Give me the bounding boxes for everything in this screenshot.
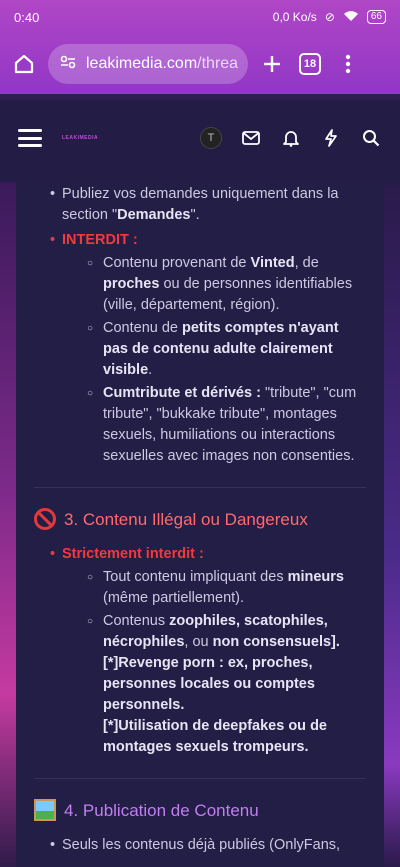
network-speed: 0,0 Ko/s: [272, 10, 317, 24]
new-tab-icon[interactable]: [258, 50, 286, 78]
strict-extra-1: [*]Revenge porn : ex, proches, personnes…: [103, 655, 315, 713]
status-icons: 0,0 Ko/s ⊘ 66: [273, 10, 386, 25]
status-time: 0:40: [14, 9, 40, 25]
sub-list-item: Cumtribute et dérivés : "tribute", "cum …: [34, 383, 366, 467]
menu-icon[interactable]: [18, 129, 42, 147]
bell-icon[interactable]: [280, 127, 302, 149]
prohibited-icon: [34, 508, 56, 530]
list-item: Seuls les contenus déjà publiés (OnlyFan…: [34, 835, 366, 856]
more-menu-icon[interactable]: [334, 50, 362, 78]
bolt-icon[interactable]: [320, 127, 342, 149]
section-4-title: 4. Publication de Contenu: [64, 800, 259, 820]
search-icon[interactable]: [360, 127, 382, 149]
picture-icon: [34, 799, 56, 821]
divider: [34, 778, 366, 779]
sub-list-item: Contenu de petits comptes n'ayant pas de…: [34, 318, 366, 381]
section-3-title: 3. Contenu Illégal ou Dangereux: [64, 509, 308, 529]
strict-extra-2: [*]Utilisation de deepfakes ou de montag…: [103, 718, 327, 755]
status-bar: 0:40 0,0 Ko/s ⊘ 66: [0, 0, 400, 34]
background-glow-right: [384, 180, 400, 867]
tabs-button[interactable]: 18: [296, 50, 324, 78]
section-4-heading: 4. Publication de Contenu: [34, 799, 366, 821]
list-item: INTERDIT :: [34, 230, 366, 251]
wifi-icon: [343, 10, 359, 25]
mail-icon[interactable]: [240, 127, 262, 149]
header-actions: T: [200, 127, 382, 149]
post-content: Publiez vos demandes uniquement dans la …: [16, 182, 384, 867]
strict-sublist: Tout contenu impliquant des mineurs (mêm…: [34, 567, 366, 653]
list-item: Strictement interdit :: [34, 544, 366, 565]
sub-list-item: Contenu provenant de Vinted, de proches …: [34, 253, 366, 316]
sub-list-item: Contenus zoophiles, scatophiles, nécroph…: [34, 611, 366, 653]
url-host: leakimedia.com: [86, 55, 198, 72]
site-settings-icon[interactable]: [60, 55, 76, 74]
interdit-sublist: Contenu provenant de Vinted, de proches …: [34, 253, 366, 467]
background-glow-left: [0, 180, 16, 867]
site-logo[interactable]: LEAKIMEDIA: [62, 135, 98, 141]
home-icon[interactable]: [10, 50, 38, 78]
interdit-label: INTERDIT :: [62, 232, 138, 248]
avatar[interactable]: T: [200, 127, 222, 149]
battery-icon: 66: [366, 10, 386, 24]
sub-list-item: Tout contenu impliquant des mineurs (mêm…: [34, 567, 366, 609]
section-3-heading: 3. Contenu Illégal ou Dangereux: [34, 508, 366, 530]
tabs-count: 18: [299, 53, 321, 75]
strict-label: Strictement interdit :: [62, 546, 204, 562]
browser-toolbar: leakimedia.com/threa 18: [0, 40, 400, 88]
address-bar[interactable]: leakimedia.com/threa: [48, 44, 248, 84]
list-item: Publiez vos demandes uniquement dans la …: [34, 184, 366, 226]
rules-list: Publiez vos demandes uniquement dans la …: [34, 184, 366, 856]
signal-off-icon: ⊘: [324, 10, 335, 24]
site-header: LEAKIMEDIA T: [0, 94, 400, 182]
url-path: /threa: [197, 55, 239, 72]
divider: [34, 487, 366, 488]
